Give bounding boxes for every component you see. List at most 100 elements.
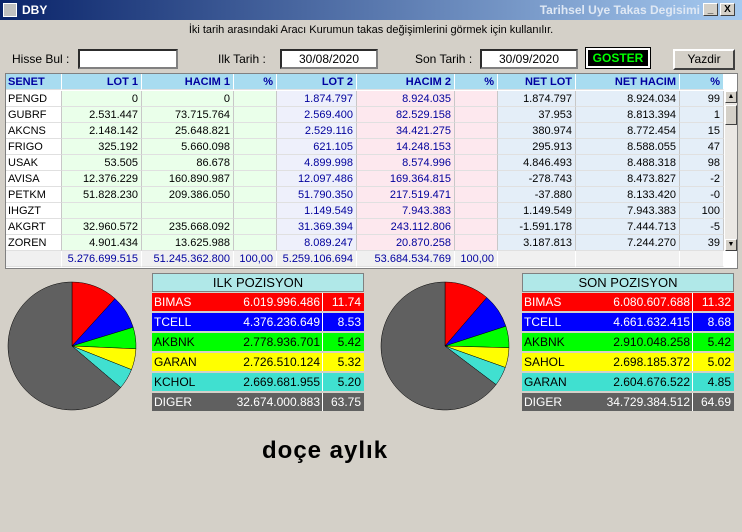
scroll-thumb[interactable] (725, 105, 737, 125)
cell-hacim2: 14.248.153 (357, 139, 455, 155)
cell-net-pct: 15 (680, 123, 724, 139)
minimize-button[interactable]: _ (703, 3, 718, 16)
cell-lot1: 51.828.230 (62, 187, 142, 203)
ilk-tarih-label: Ilk Tarih : (218, 52, 266, 66)
goster-button[interactable]: GOSTER (585, 47, 651, 69)
col-header-net-hacim[interactable]: NET HACIM (576, 74, 680, 90)
app-name: DBY (22, 3, 48, 17)
position-row[interactable]: BIMAS 6.019.996.486 11.74 (152, 293, 364, 312)
ilk-tarih-input[interactable]: 30/08/2020 (280, 49, 378, 69)
col-header-senet[interactable]: SENET (6, 74, 62, 90)
col-header-hacim1[interactable]: HACIM 1 (142, 74, 234, 90)
cell-lot2: 1.149.549 (277, 203, 357, 219)
column-divider (692, 353, 693, 371)
col-header-lot1[interactable]: LOT 1 (62, 74, 142, 90)
cell-pct1 (234, 91, 277, 107)
position-pct: 11.74 (331, 295, 361, 309)
cell-net-lot: 1.874.797 (498, 91, 576, 107)
cell-pct1 (234, 219, 277, 235)
cell-hacim1: 160.890.987 (142, 171, 234, 187)
position-value: 34.729.384.512 (606, 395, 690, 409)
col-header-pct2[interactable]: % (455, 74, 498, 90)
position-pct: 11.32 (701, 295, 731, 309)
table-row[interactable]: AKGRT 32.960.572 235.668.092 31.369.394 243.… (6, 219, 737, 236)
table-row[interactable]: USAK 53.505 86.678 4.899.998 8.574.996 4.846.… (6, 155, 737, 172)
cell-lot1: 325.192 (62, 139, 142, 155)
son-pozisyon-title: SON POZISYON (522, 273, 734, 292)
cell-pct2 (455, 203, 498, 219)
cell-lot2: 621.105 (277, 139, 357, 155)
son-tarih-input[interactable]: 30/09/2020 (480, 49, 578, 69)
cell-hacim1: 73.715.764 (142, 107, 234, 123)
cell-pct1 (234, 187, 277, 203)
table-row[interactable]: ZOREN 4.901.434 13.625.988 8.089.247 20.870.… (6, 235, 737, 252)
cell-hacim1: 13.625.988 (142, 235, 234, 251)
position-value: 4.661.632.415 (613, 315, 690, 329)
position-row[interactable]: GARAN 2.604.676.522 4.85 (522, 373, 734, 392)
table-row[interactable]: PENGD 0 0 1.874.797 8.924.035 1.874.797 8.924.… (6, 91, 737, 108)
close-button[interactable]: X (720, 3, 735, 16)
position-pct: 5.20 (337, 375, 361, 389)
cell-pct2 (455, 107, 498, 123)
window-title: Tarihsel Uye Takas Degisimi (539, 3, 700, 17)
position-row[interactable]: TCELL 4.376.236.649 8.53 (152, 313, 364, 332)
position-row[interactable]: KCHOL 2.669.681.955 5.20 (152, 373, 364, 392)
cell-hacim1: 235.668.092 (142, 219, 234, 235)
table-row[interactable]: FRIGO 325.192 5.660.098 621.105 14.248.153 29… (6, 139, 737, 156)
table-row[interactable]: PETKM 51.828.230 209.386.050 51.790.350 217.… (6, 187, 737, 204)
col-header-hacim2[interactable]: HACIM 2 (357, 74, 455, 90)
cell-hacim2: 20.870.258 (357, 235, 455, 251)
table-row[interactable]: AKCNS 2.148.142 25.648.821 2.529.116 34.421.… (6, 123, 737, 140)
column-divider (692, 293, 693, 311)
cell-hacim1: 25.648.821 (142, 123, 234, 139)
table-row[interactable]: IHGZT 1.149.549 7.943.383 1.149.549 7.943.38… (6, 203, 737, 220)
total-cell: 5.276.699.515 (62, 251, 142, 267)
position-row[interactable]: SAHOL 2.698.185.372 5.02 (522, 353, 734, 372)
position-value: 6.080.607.688 (613, 295, 690, 309)
position-row[interactable]: DIGER 32.674.000.883 63.75 (152, 393, 364, 412)
column-divider (692, 333, 693, 351)
hisse-bul-input[interactable] (78, 49, 178, 69)
position-symbol: DIGER (524, 395, 563, 409)
position-row[interactable]: GARAN 2.726.510.124 5.32 (152, 353, 364, 372)
scroll-up-icon[interactable]: ▲ (725, 91, 737, 103)
cell-net-lot: 4.846.493 (498, 155, 576, 171)
scroll-down-icon[interactable]: ▼ (725, 239, 737, 251)
position-symbol: KCHOL (154, 375, 196, 389)
position-symbol: AKBNK (524, 335, 565, 349)
position-symbol: GARAN (154, 355, 197, 369)
cell-pct2 (455, 235, 498, 251)
col-header-net-pct[interactable]: % (680, 74, 724, 90)
cell-net-pct: -0 (680, 187, 724, 203)
position-value: 2.698.185.372 (613, 355, 690, 369)
position-row[interactable]: BIMAS 6.080.607.688 11.32 (522, 293, 734, 312)
position-row[interactable]: AKBNK 2.910.048.258 5.42 (522, 333, 734, 352)
col-header-pct1[interactable]: % (234, 74, 277, 90)
cell-net-hacim: 7.444.713 (576, 219, 680, 235)
cell-net-hacim: 8.473.827 (576, 171, 680, 187)
cell-net-pct: 47 (680, 139, 724, 155)
table-row[interactable]: GUBRF 2.531.447 73.715.764 2.569.400 82.529.… (6, 107, 737, 124)
cell-net-lot: -37.880 (498, 187, 576, 203)
col-header-net-lot[interactable]: NET LOT (498, 74, 576, 90)
position-row[interactable]: DIGER 34.729.384.512 64.69 (522, 393, 734, 412)
position-value: 2.910.048.258 (613, 335, 690, 349)
cell-senet: FRIGO (6, 139, 62, 155)
position-pct: 4.85 (707, 375, 731, 389)
table-header: SENET LOT 1 HACIM 1 % LOT 2 HACIM 2 % NE… (6, 74, 737, 91)
yazdir-button[interactable]: Yazdir (673, 49, 735, 70)
position-row[interactable]: AKBNK 2.778.936.701 5.42 (152, 333, 364, 352)
cell-pct1 (234, 139, 277, 155)
cell-hacim2: 82.529.158 (357, 107, 455, 123)
col-header-lot2[interactable]: LOT 2 (277, 74, 357, 90)
cell-hacim2: 243.112.806 (357, 219, 455, 235)
cell-hacim2: 7.943.383 (357, 203, 455, 219)
table-scrollbar[interactable]: ▲ ▼ (725, 91, 737, 251)
cell-net-lot: 380.974 (498, 123, 576, 139)
cell-net-hacim: 8.588.055 (576, 139, 680, 155)
cell-lot1 (62, 203, 142, 219)
position-row[interactable]: TCELL 4.661.632.415 8.68 (522, 313, 734, 332)
total-cell: 5.259.106.694 (277, 251, 357, 267)
title-bar: DBY Tarihsel Uye Takas Degisimi _ X (0, 0, 742, 20)
table-row[interactable]: AVISA 12.376.229 160.890.987 12.097.486 169.… (6, 171, 737, 188)
